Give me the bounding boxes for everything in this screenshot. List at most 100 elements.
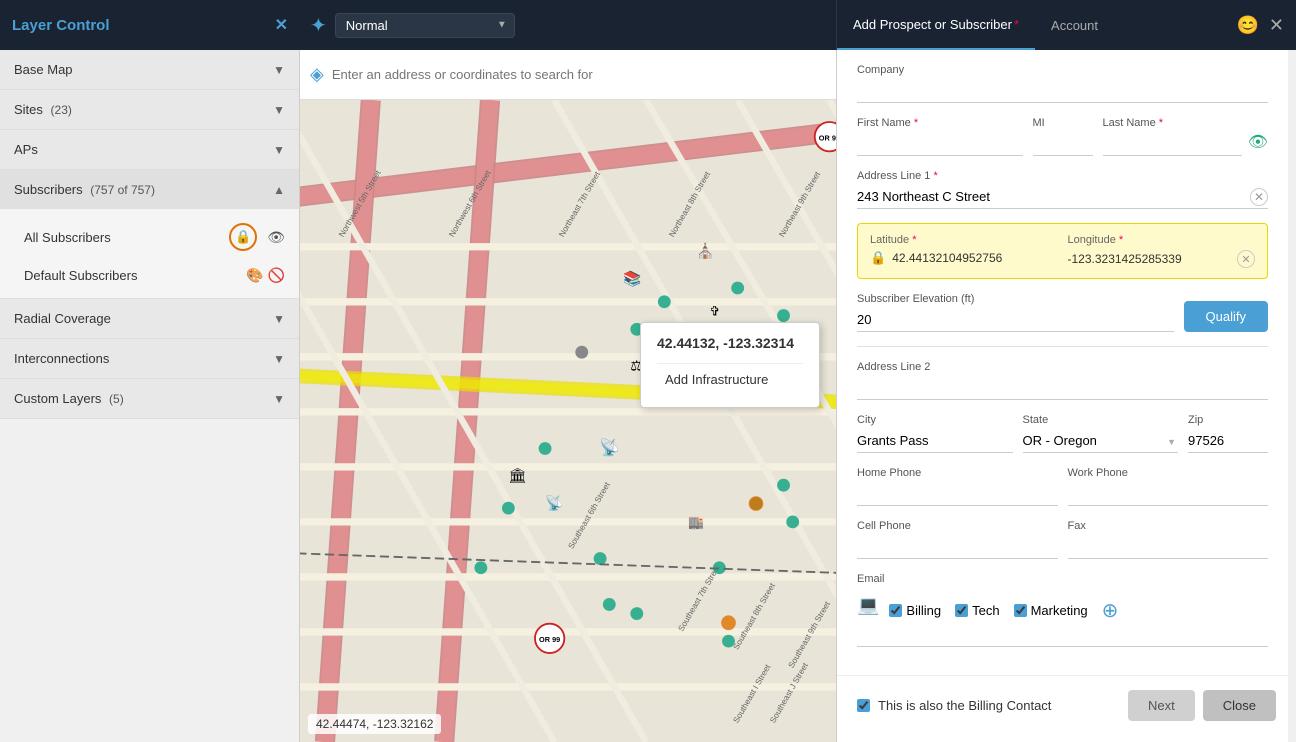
tab-account[interactable]: Account: [1035, 0, 1114, 50]
marketing-checkbox[interactable]: [1014, 604, 1027, 617]
home-phone-input[interactable]: [857, 482, 1058, 506]
form-area: Company First Name * MI: [837, 50, 1296, 675]
qualify-button[interactable]: Qualify: [1184, 301, 1268, 332]
divider: [857, 346, 1268, 347]
add-infrastructure-button[interactable]: Add Infrastructure: [657, 363, 803, 395]
svg-text:⛪: ⛪: [696, 242, 714, 260]
chevron-down-icon: ▼: [273, 103, 285, 117]
last-name-group: Last Name * 👁: [1103, 117, 1269, 156]
sidebar-section-header-basemap[interactable]: Base Map ▼: [0, 50, 299, 89]
bottom-coord: 42.44474, -123.32162: [308, 714, 441, 734]
last-name-input[interactable]: [1103, 132, 1242, 156]
map-search-input[interactable]: [332, 67, 826, 82]
sidebar-section-radial: Radial Coverage ▼: [0, 299, 299, 339]
sidebar: Base Map ▼ Sites (23) ▼ APs ▼: [0, 50, 300, 742]
lock-icon[interactable]: 🔒: [229, 223, 257, 251]
email-label: Email: [857, 573, 1268, 585]
zip-label: Zip: [1188, 414, 1268, 426]
billing-checkbox[interactable]: [889, 604, 902, 617]
required-mark: *: [914, 117, 918, 129]
address1-input[interactable]: [857, 185, 1268, 209]
next-button[interactable]: Next: [1128, 690, 1195, 721]
tech-checkbox[interactable]: [955, 604, 968, 617]
cell-phone-field: Cell Phone: [857, 520, 1058, 559]
company-label: Company: [857, 64, 1268, 76]
longitude-input[interactable]: [1068, 252, 1232, 266]
sidebar-section-header-subscribers[interactable]: Subscribers (757 of 757) ▲: [0, 170, 299, 209]
elevation-input[interactable]: [857, 308, 1174, 332]
map-layers-icon: ◈: [310, 64, 324, 85]
required-asterisk: *: [1014, 17, 1019, 32]
scrollbar[interactable]: [1288, 50, 1296, 742]
mode-select-wrapper[interactable]: Normal Satellite Terrain: [335, 13, 515, 38]
company-input[interactable]: [857, 79, 1268, 103]
tech-checkbox-item: Tech: [955, 603, 999, 618]
wrench-icon: ✕: [275, 15, 288, 35]
city-input[interactable]: [857, 429, 1013, 453]
address1-clear-button[interactable]: ✕: [1250, 188, 1268, 206]
zip-input[interactable]: [1188, 429, 1268, 453]
last-name-label: Last Name *: [1103, 117, 1242, 129]
smiley-icon[interactable]: 😊: [1236, 15, 1258, 36]
sidebar-section-header-aps[interactable]: APs ▼: [0, 130, 299, 169]
chevron-down-icon: ▼: [273, 392, 285, 406]
topbar-icons: 😊 ✕: [1236, 15, 1296, 36]
palette-icon[interactable]: 🎨: [246, 267, 263, 284]
latitude-input[interactable]: [892, 251, 1057, 265]
work-phone-field: Work Phone: [1068, 467, 1269, 506]
email-input[interactable]: [857, 623, 1268, 647]
longitude-clear-button[interactable]: ✕: [1237, 250, 1255, 268]
chevron-down-icon: ▼: [273, 63, 285, 77]
first-name-input[interactable]: [857, 132, 1023, 156]
map-svg[interactable]: Northwest 4th Street Northwest 5th Stree…: [300, 100, 836, 742]
sidebar-section-aps: APs ▼: [0, 130, 299, 170]
eye-slash-icon[interactable]: 🚫: [268, 267, 285, 284]
longitude-value-row: ✕: [1068, 250, 1256, 268]
eye-icon[interactable]: 👁: [267, 229, 285, 246]
tools-icon: ✦: [310, 13, 327, 38]
billing-contact-row: This is also the Billing Contact Next Cl…: [837, 675, 1296, 735]
phone-row-1: Home Phone Work Phone: [857, 467, 1268, 506]
mi-label: MI: [1033, 117, 1093, 129]
address2-row: Address Line 2: [857, 361, 1268, 400]
latitude-field: Latitude * 🔒: [870, 234, 1058, 268]
latlong-section: Latitude * 🔒 Longitude * ✕: [857, 223, 1268, 279]
required-mark: *: [933, 170, 937, 182]
sidebar-section-header-interconnections[interactable]: Interconnections ▼: [0, 339, 299, 378]
name-row: First Name * MI Last Name *: [857, 117, 1268, 156]
sidebar-section-header-custom[interactable]: Custom Layers (5) ▼: [0, 379, 299, 418]
sidebar-section-header-radial[interactable]: Radial Coverage ▼: [0, 299, 299, 338]
mode-select[interactable]: Normal Satellite Terrain: [335, 13, 515, 38]
svg-text:📡: 📡: [599, 437, 620, 457]
required-mark: *: [1159, 117, 1163, 129]
longitude-label: Longitude *: [1068, 234, 1256, 246]
email-row: 💻 Billing Tech Marketing: [857, 588, 1268, 623]
elevation-label: Subscriber Elevation (ft): [857, 293, 1174, 305]
latitude-label: Latitude *: [870, 234, 1058, 246]
elevation-field: Subscriber Elevation (ft): [857, 293, 1174, 332]
billing-contact-checkbox[interactable]: [857, 699, 870, 712]
state-select-wrapper[interactable]: OR - Oregon CA - California WA - Washing…: [1023, 429, 1179, 453]
map-area[interactable]: ◈: [300, 50, 836, 742]
eye-green-icon[interactable]: 👁: [1248, 132, 1268, 156]
mi-input[interactable]: [1033, 132, 1093, 156]
close-form-button[interactable]: Close: [1203, 690, 1276, 721]
tab-add-prospect[interactable]: Add Prospect or Subscriber*: [837, 0, 1035, 50]
state-select[interactable]: OR - Oregon CA - California WA - Washing…: [1023, 429, 1179, 453]
main-layout: Base Map ▼ Sites (23) ▼ APs ▼: [0, 50, 1296, 742]
top-bar: Layer Control ✕ ✦ Normal Satellite Terra…: [0, 0, 1296, 50]
sidebar-section-header-sites[interactable]: Sites (23) ▼: [0, 90, 299, 129]
sidebar-section-basemap: Base Map ▼: [0, 50, 299, 90]
cell-phone-input[interactable]: [857, 535, 1058, 559]
svg-text:🏬: 🏬: [688, 514, 704, 529]
fax-input[interactable]: [1068, 535, 1269, 559]
svg-text:OR 99: OR 99: [819, 133, 836, 142]
add-email-button[interactable]: ⊕: [1102, 598, 1119, 623]
work-phone-input[interactable]: [1068, 482, 1269, 506]
svg-text:✞: ✞: [709, 304, 720, 319]
fax-field: Fax: [1068, 520, 1269, 559]
chevron-down-icon: ▼: [273, 143, 285, 157]
address2-input[interactable]: [857, 376, 1268, 400]
close-panel-icon[interactable]: ✕: [1269, 15, 1284, 36]
map-toolbar: ✦ Normal Satellite Terrain: [300, 13, 836, 38]
